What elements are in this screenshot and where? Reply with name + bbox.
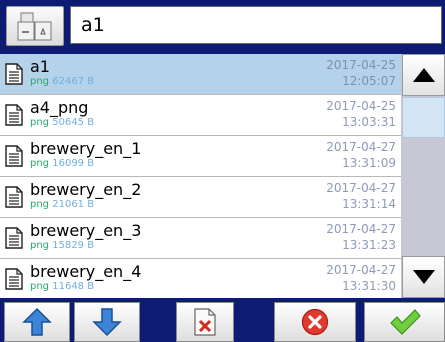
file-type: png	[30, 158, 50, 169]
file-date: 2017-04-27	[326, 140, 396, 154]
scrollbar[interactable]	[401, 54, 445, 298]
file-name: brewery_en_4	[30, 262, 142, 281]
file-time: 12:05:07	[342, 74, 396, 88]
scroll-down-button[interactable]	[402, 256, 445, 298]
file-name: brewery_en_3	[30, 221, 142, 240]
file-date: 2017-04-27	[326, 181, 396, 195]
document-icon	[5, 186, 23, 208]
filename-input[interactable]	[70, 6, 442, 44]
file-time: 13:31:14	[342, 197, 396, 211]
file-type: png	[30, 117, 50, 128]
file-date: 2017-04-27	[326, 263, 396, 277]
file-timestamp: 2017-04-27 13:31:23	[326, 221, 396, 253]
folder-button[interactable]	[6, 6, 64, 46]
file-type: png	[30, 281, 50, 292]
file-time: 13:31:30	[342, 279, 396, 293]
document-icon	[5, 268, 23, 290]
file-size: 21061 B	[52, 199, 95, 210]
checkmark-icon	[389, 309, 421, 335]
scroll-thumb[interactable]	[402, 97, 445, 138]
file-list[interactable]: a1 png 62467 B 2017-04-25 12:05:07 a4_png png…	[0, 54, 401, 298]
file-time: 13:03:31	[342, 115, 396, 129]
file-date: 2017-04-25	[326, 58, 396, 72]
top-bar	[0, 0, 445, 50]
delete-file-icon	[194, 308, 216, 336]
file-time: 13:31:09	[342, 156, 396, 170]
file-row[interactable]: brewery_en_1 png 16099 B 2017-04-27 13:31:0…	[0, 136, 401, 177]
file-size: 50645 B	[52, 117, 95, 128]
cancel-icon	[301, 308, 329, 336]
bottom-toolbar	[0, 300, 445, 342]
file-meta: png 15829 B	[30, 240, 94, 251]
file-time: 13:31:23	[342, 238, 396, 252]
file-row[interactable]: a4_png png 50645 B 2017-04-25 13:03:31	[0, 95, 401, 136]
document-icon	[5, 63, 23, 85]
scroll-up-button[interactable]	[402, 54, 445, 96]
file-name: brewery_en_2	[30, 180, 142, 199]
file-date: 2017-04-27	[326, 222, 396, 236]
file-row[interactable]: brewery_en_2 png 21061 B 2017-04-27 13:31:1…	[0, 177, 401, 218]
file-row[interactable]: brewery_en_4 png 11648 B 2017-04-27 13:31:3…	[0, 259, 401, 298]
file-meta: png 50645 B	[30, 117, 94, 128]
file-type: png	[30, 240, 50, 251]
file-timestamp: 2017-04-25 13:03:31	[326, 98, 396, 130]
move-down-button[interactable]	[74, 302, 140, 342]
file-size: 16099 B	[52, 158, 95, 169]
file-name: a4_png	[30, 98, 89, 117]
file-size: 62467 B	[52, 76, 95, 87]
arrow-up-icon	[22, 307, 52, 336]
file-size: 11648 B	[52, 281, 95, 292]
cancel-button[interactable]	[274, 302, 356, 342]
file-row[interactable]: a1 png 62467 B 2017-04-25 12:05:07	[0, 54, 401, 95]
delete-file-button[interactable]	[176, 302, 234, 342]
file-timestamp: 2017-04-27 13:31:14	[326, 180, 396, 212]
triangle-up-icon	[413, 68, 435, 82]
document-icon	[5, 227, 23, 249]
file-name: a1	[30, 57, 50, 76]
folder-icon	[17, 12, 52, 41]
document-icon	[5, 104, 23, 126]
file-type: png	[30, 76, 50, 87]
file-timestamp: 2017-04-25 12:05:07	[326, 57, 396, 89]
file-meta: png 62467 B	[30, 76, 94, 87]
document-icon	[5, 145, 23, 167]
file-meta: png 21061 B	[30, 199, 94, 210]
file-name: brewery_en_1	[30, 139, 142, 158]
file-size: 15829 B	[52, 240, 95, 251]
file-row[interactable]: brewery_en_3 png 15829 B 2017-04-27 13:31:2…	[0, 218, 401, 259]
move-up-button[interactable]	[4, 302, 70, 342]
file-meta: png 11648 B	[30, 281, 94, 292]
triangle-down-icon	[413, 270, 435, 284]
file-timestamp: 2017-04-27 13:31:09	[326, 139, 396, 171]
file-date: 2017-04-25	[326, 99, 396, 113]
file-meta: png 16099 B	[30, 158, 94, 169]
file-type: png	[30, 199, 50, 210]
arrow-down-icon	[92, 308, 122, 337]
ok-button[interactable]	[364, 302, 445, 342]
file-timestamp: 2017-04-27 13:31:30	[326, 262, 396, 294]
